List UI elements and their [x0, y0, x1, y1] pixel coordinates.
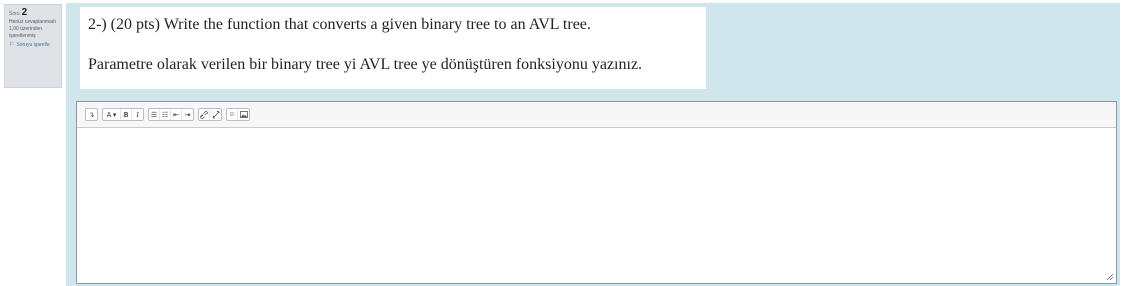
- question-marks: 1,00 üzerinden işaretlenmiş: [9, 26, 43, 39]
- flag-icon: ⚐: [9, 42, 15, 48]
- unlink-button[interactable]: [210, 109, 221, 120]
- unordered-list-button[interactable]: ☰: [149, 109, 160, 120]
- outdent-button[interactable]: ⇤: [171, 109, 182, 120]
- question-word: Soru: [9, 11, 20, 17]
- bold-button[interactable]: B: [121, 109, 132, 120]
- italic-button[interactable]: I: [132, 109, 143, 120]
- editor-content-area[interactable]: [77, 128, 1116, 283]
- question-content-area: 2-) (20 pts) Write the function that con…: [66, 3, 1120, 286]
- flag-question-link[interactable]: ⚐ Soruyu işaretle: [9, 42, 57, 49]
- toolbar-group-lists: ☰ ☷ ⇤ ⇥: [148, 108, 194, 121]
- resize-handle-icon[interactable]: [1106, 273, 1114, 281]
- question-info-panel: Soru 2 Henüz cevaplanmadı 1,00 üzerinden…: [4, 4, 62, 88]
- question-number: 2: [21, 7, 28, 18]
- link-icon: [200, 110, 208, 119]
- toolbar-group-style: A ▾ B I: [102, 108, 144, 121]
- answer-editor: ↴ A ▾ B I ☰ ☷ ⇤ ⇥ ☺: [76, 101, 1117, 284]
- flag-question-label: Soruyu işaretle: [16, 42, 50, 48]
- question-number-row: Soru 2: [9, 8, 57, 18]
- unlink-icon: [212, 110, 219, 118]
- toolbar-group-collapse: ↴: [85, 108, 98, 121]
- image-button[interactable]: [238, 109, 249, 120]
- question-text: 2-) (20 pts) Write the function that con…: [80, 7, 706, 89]
- emoticon-button[interactable]: ☺: [227, 109, 238, 120]
- image-icon: [239, 111, 248, 118]
- font-style-dropdown[interactable]: A ▾: [103, 109, 121, 120]
- answer-status: Henüz cevaplanmadı: [9, 19, 56, 25]
- toolbar-collapse-button[interactable]: ↴: [86, 109, 97, 120]
- editor-toolbar: ↴ A ▾ B I ☰ ☷ ⇤ ⇥ ☺: [77, 102, 1116, 128]
- question-text-turkish: Parametre olarak verilen bir binary tree…: [88, 56, 643, 73]
- question-text-english: 2-) (20 pts) Write the function that con…: [88, 16, 591, 33]
- ordered-list-button[interactable]: ☷: [160, 109, 171, 120]
- toolbar-group-media: ☺: [226, 108, 250, 121]
- indent-button[interactable]: ⇥: [182, 109, 193, 120]
- link-button[interactable]: [199, 109, 210, 120]
- toolbar-group-links: [198, 108, 222, 121]
